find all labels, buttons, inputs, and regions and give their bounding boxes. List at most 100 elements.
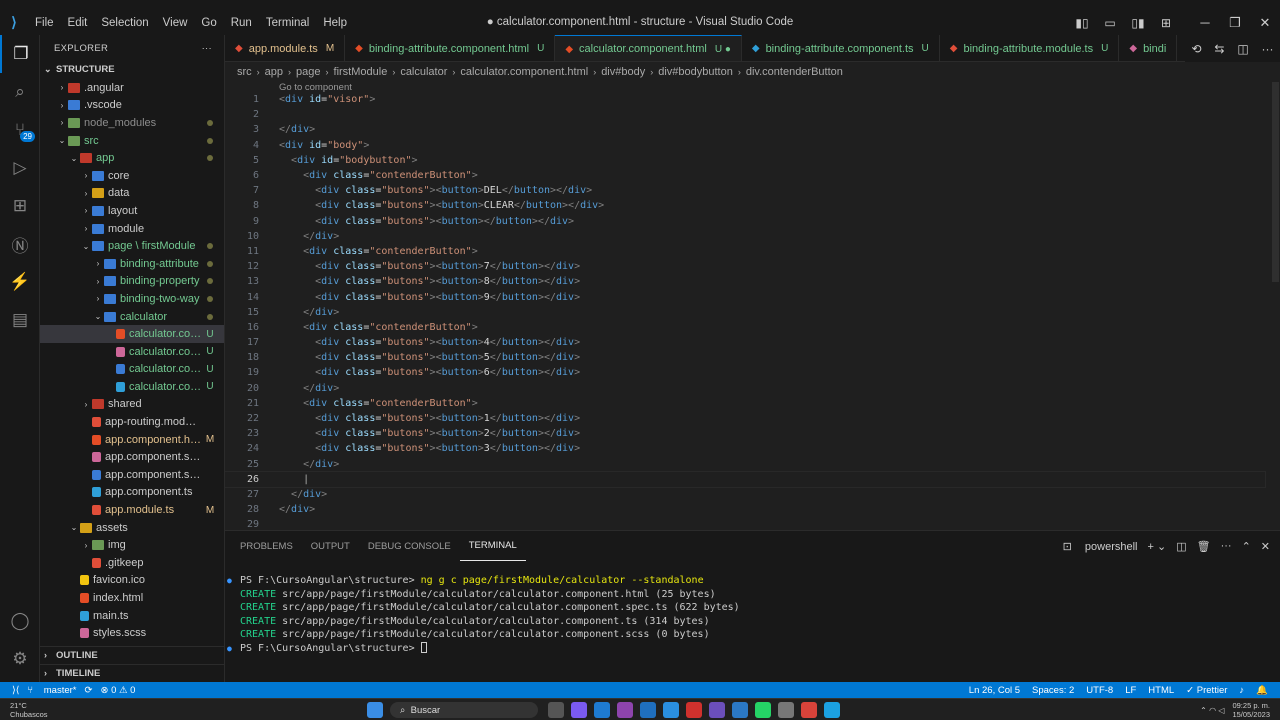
breadcrumb-item[interactable]: page bbox=[296, 66, 320, 78]
breadcrumb-item[interactable]: src bbox=[237, 66, 252, 78]
menu-view[interactable]: View bbox=[156, 17, 195, 29]
tray-chevron-icon[interactable]: ⌃ bbox=[1200, 706, 1207, 715]
editor-tab[interactable]: ◆ calculator.component.html U ● bbox=[555, 35, 742, 61]
breadcrumb-item[interactable]: div#bodybutton bbox=[658, 66, 733, 78]
toggle-panel-icon[interactable]: ▭ bbox=[1096, 16, 1124, 30]
tree-folder[interactable]: ⌄ app bbox=[40, 149, 224, 167]
history-icon[interactable]: ⟲ bbox=[1191, 42, 1201, 56]
breadcrumb-item[interactable]: calculator bbox=[400, 66, 447, 78]
tree-folder[interactable]: › binding-property bbox=[40, 273, 224, 291]
source-control-icon[interactable]: ⑂ 29 bbox=[0, 111, 40, 149]
split-editor-icon[interactable]: ◫ bbox=[1237, 42, 1248, 56]
run-debug-icon[interactable]: ▷ bbox=[0, 149, 40, 187]
tree-folder[interactable]: › .angular bbox=[40, 79, 224, 97]
app-red-icon[interactable] bbox=[686, 702, 702, 718]
tree-file[interactable]: calculator.compon... U bbox=[40, 378, 224, 396]
new-terminal-icon[interactable]: + ⌄ bbox=[1147, 540, 1166, 553]
breadcrumb-item[interactable]: div#body bbox=[601, 66, 645, 78]
clock[interactable]: 09:25 p. m. 15/05/2023 bbox=[1232, 701, 1270, 719]
sync-icon[interactable]: ⟳ bbox=[85, 685, 93, 696]
taskbar-search[interactable]: ⌕ Buscar bbox=[390, 702, 538, 718]
notifications-icon[interactable]: 🔔 bbox=[1256, 685, 1268, 696]
open-changes-icon[interactable]: ⇆ bbox=[1214, 42, 1224, 56]
tree-file[interactable]: app.component.html M bbox=[40, 431, 224, 449]
close-window-button[interactable]: ✕ bbox=[1250, 15, 1280, 31]
split-terminal-icon[interactable]: ◫ bbox=[1176, 540, 1186, 553]
tree-folder[interactable]: › binding-attribute bbox=[40, 255, 224, 273]
settings-app-icon[interactable] bbox=[778, 702, 794, 718]
tree-file[interactable]: app.component.ts bbox=[40, 484, 224, 502]
code-editor[interactable]: Go to component 1 <div id="visor"> 2 3 </div… bbox=[225, 82, 1270, 530]
language-mode[interactable]: HTML bbox=[1148, 685, 1174, 696]
branch-indicator[interactable]: ⑂ master* bbox=[27, 685, 76, 696]
feedback-icon[interactable]: ♪ bbox=[1239, 685, 1244, 696]
tree-file[interactable]: calculator.compon... U bbox=[40, 325, 224, 343]
editor-tab[interactable]: ◆ bindi bbox=[1119, 35, 1178, 61]
tree-file[interactable]: .gitkeep bbox=[40, 554, 224, 572]
toggle-secondary-sidebar-icon[interactable]: ▯▮ bbox=[1124, 16, 1152, 30]
menu-go[interactable]: Go bbox=[194, 17, 223, 29]
explorer-more-icon[interactable]: ··· bbox=[202, 43, 212, 54]
more-icon[interactable]: ··· bbox=[1221, 540, 1232, 552]
editor-tab[interactable]: ◆ app.module.ts M bbox=[225, 35, 346, 61]
tree-file[interactable]: calculator.compon... U bbox=[40, 343, 224, 361]
tree-file[interactable]: app.module.ts M bbox=[40, 501, 224, 519]
search-icon[interactable]: ⌕ bbox=[0, 73, 40, 111]
editor-tab[interactable]: ◆ binding-attribute.module.ts U bbox=[940, 35, 1120, 61]
indentation[interactable]: Spaces: 2 bbox=[1032, 685, 1074, 696]
store-icon[interactable] bbox=[640, 702, 656, 718]
tree-folder[interactable]: ⌄ src bbox=[40, 132, 224, 150]
prettier-status[interactable]: ✓ Prettier bbox=[1186, 685, 1227, 696]
tree-folder[interactable]: › layout bbox=[40, 202, 224, 220]
tree-file[interactable]: favicon.ico bbox=[40, 572, 224, 590]
workspace-section[interactable]: ⌄ STRUCTURE bbox=[40, 61, 224, 78]
remote-icon[interactable]: ⚡ bbox=[0, 263, 40, 301]
extensions-icon[interactable]: ⊞ bbox=[0, 187, 40, 225]
tree-folder[interactable]: ⌄ assets bbox=[40, 519, 224, 537]
angular-icon[interactable]: Ⓝ bbox=[0, 225, 40, 263]
menu-selection[interactable]: Selection bbox=[94, 17, 155, 29]
tree-file[interactable]: main.ts bbox=[40, 607, 224, 625]
tree-folder[interactable]: › binding-two-way bbox=[40, 290, 224, 308]
panel-tab-terminal[interactable]: TERMINAL bbox=[459, 531, 526, 561]
breadcrumb-item[interactable]: div.contenderButton bbox=[746, 66, 843, 78]
menu-file[interactable]: File bbox=[28, 17, 61, 29]
tree-folder[interactable]: ⌄ calculator bbox=[40, 308, 224, 326]
tree-folder[interactable]: › core bbox=[40, 167, 224, 185]
tree-folder[interactable]: › shared bbox=[40, 396, 224, 414]
breadcrumb-item[interactable]: firstModule bbox=[334, 66, 388, 78]
panel-tab-output[interactable]: OUTPUT bbox=[302, 531, 359, 561]
tree-folder[interactable]: › node_modules bbox=[40, 114, 224, 132]
app-purple-icon[interactable] bbox=[709, 702, 725, 718]
tree-folder[interactable]: › module bbox=[40, 220, 224, 238]
start-icon[interactable] bbox=[367, 702, 383, 718]
tree-file[interactable]: styles.scss bbox=[40, 624, 224, 642]
kill-terminal-icon[interactable]: 🗑 bbox=[1197, 540, 1211, 553]
end-of-line[interactable]: LF bbox=[1125, 685, 1136, 696]
outlook-icon[interactable] bbox=[732, 702, 748, 718]
remote-indicator-icon[interactable]: ⟩⟨ bbox=[12, 685, 19, 696]
terminal-shell-label[interactable]: ⊡ powershell bbox=[1063, 540, 1138, 553]
panel-tab-debug-console[interactable]: DEBUG CONSOLE bbox=[359, 531, 460, 561]
problems-indicator[interactable]: ⊗ 0 ⚠ 0 bbox=[100, 685, 135, 696]
tree-file[interactable]: app-routing.module.ts bbox=[40, 413, 224, 431]
tree-file[interactable]: app.component.scss bbox=[40, 448, 224, 466]
database-icon[interactable]: ▤ bbox=[0, 301, 40, 339]
more-actions-icon[interactable]: ··· bbox=[1262, 42, 1274, 56]
tree-file[interactable]: calculator.compon... U bbox=[40, 361, 224, 379]
minimize-button[interactable]: ─ bbox=[1190, 15, 1220, 30]
edge-icon[interactable] bbox=[824, 702, 840, 718]
cursor-position[interactable]: Ln 26, Col 5 bbox=[969, 685, 1020, 696]
vscode-taskbar-icon[interactable] bbox=[594, 702, 610, 718]
menu-edit[interactable]: Edit bbox=[61, 17, 95, 29]
close-panel-icon[interactable]: ✕ bbox=[1261, 540, 1270, 553]
maximize-panel-icon[interactable]: ⌃ bbox=[1242, 540, 1251, 553]
editor-tab[interactable]: ◆ binding-attribute.component.html U bbox=[345, 35, 556, 61]
terminal-output[interactable]: ● PS F:\CursoAngular\structure> ng g c pa… bbox=[227, 574, 740, 655]
mail-icon[interactable] bbox=[663, 702, 679, 718]
tree-file[interactable]: index.html bbox=[40, 589, 224, 607]
tree-folder[interactable]: ⌄ page \ firstModule bbox=[40, 237, 224, 255]
encoding[interactable]: UTF-8 bbox=[1086, 685, 1113, 696]
tree-folder[interactable]: › data bbox=[40, 185, 224, 203]
whatsapp-icon[interactable] bbox=[755, 702, 771, 718]
